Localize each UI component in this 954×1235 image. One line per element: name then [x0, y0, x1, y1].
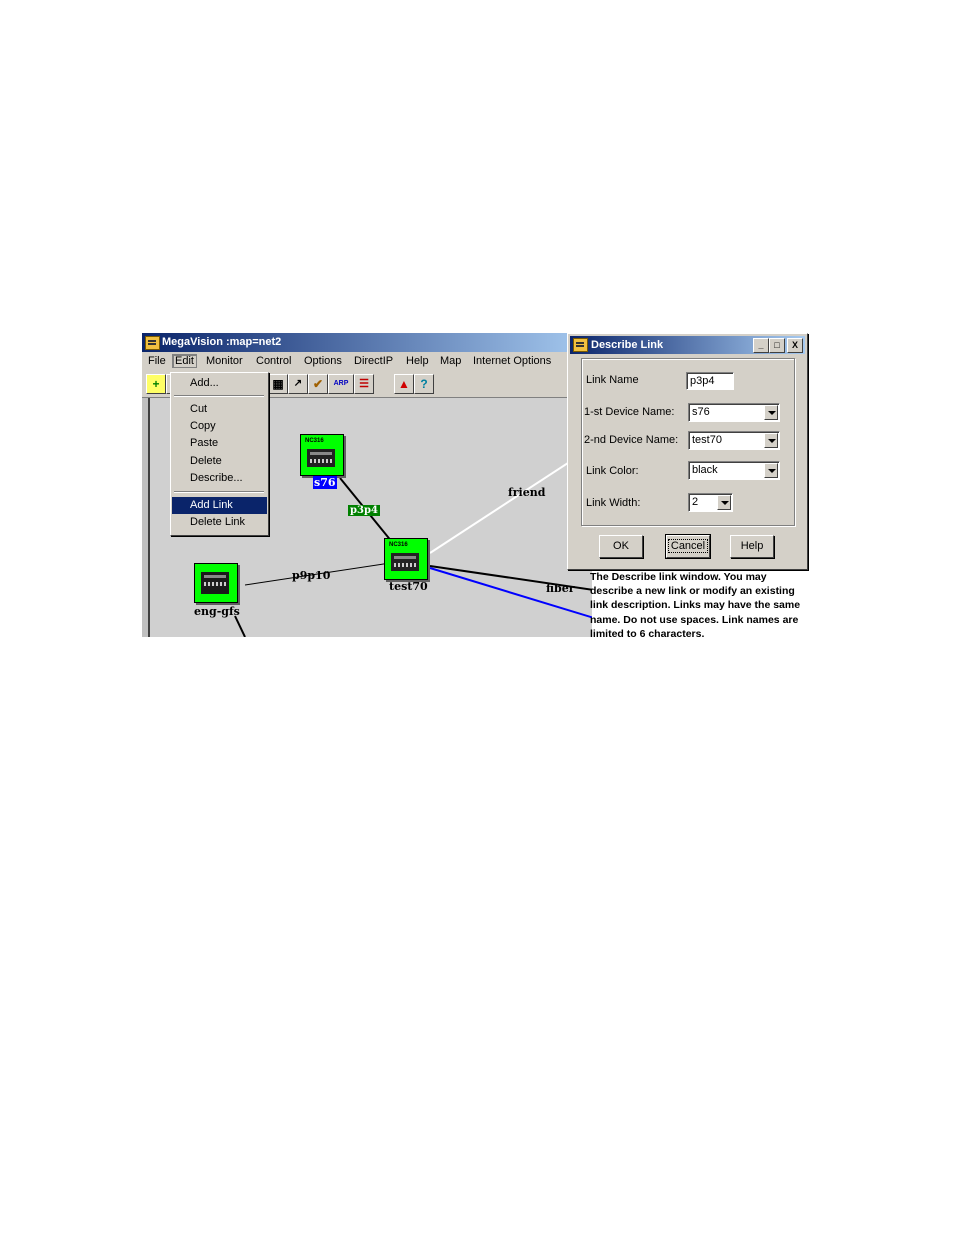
- device2-value: test70: [692, 434, 722, 446]
- menu-separator: [174, 395, 264, 397]
- figure-caption: The Describe link window. You may descri…: [590, 571, 801, 640]
- app-icon: [145, 336, 160, 350]
- switch-icon: [307, 449, 335, 467]
- cancel-button-label: Cancel: [667, 539, 709, 553]
- menu-directip[interactable]: DirectIP: [352, 355, 395, 367]
- menu-edit[interactable]: Edit: [172, 354, 197, 368]
- dialog-titlebar[interactable]: Describe Link _ □ X: [570, 336, 805, 354]
- menu-separator: [174, 491, 264, 493]
- link-width-value: 2: [692, 496, 699, 508]
- device-model: NC316: [389, 542, 408, 548]
- link-name-input[interactable]: p3p4: [686, 372, 734, 390]
- link-width-label: Link Width:: [586, 497, 641, 509]
- device-label-eng-gfs[interactable]: eng-gfs: [194, 605, 240, 618]
- chevron-down-icon[interactable]: [717, 495, 731, 510]
- device2-select[interactable]: test70: [688, 431, 780, 450]
- link-color-value: black: [692, 464, 718, 476]
- link-name-label: Link Name: [586, 374, 639, 386]
- menu-control[interactable]: Control: [254, 355, 293, 367]
- tools-icon: ✔: [312, 377, 324, 391]
- maximize-button[interactable]: □: [769, 338, 785, 353]
- menu-item-describe[interactable]: Describe...: [172, 470, 267, 487]
- network-button[interactable]: ▦: [268, 374, 288, 394]
- list-icon: ☰: [359, 378, 369, 390]
- add-icon: +: [152, 377, 160, 391]
- device-test70[interactable]: NC316: [384, 538, 428, 580]
- link-fields-group: Link Name p3p4 1-st Device Name: s76 2-n…: [581, 358, 795, 526]
- close-button[interactable]: X: [787, 338, 803, 353]
- device-label-s76[interactable]: s76: [313, 476, 337, 489]
- menu-item-delete[interactable]: Delete: [172, 453, 267, 470]
- app-title: MegaVision :map=net2: [162, 336, 282, 348]
- device-s76[interactable]: NC316: [300, 434, 344, 476]
- ok-button[interactable]: OK: [599, 535, 643, 558]
- menu-monitor[interactable]: Monitor: [204, 355, 245, 367]
- arp-icon: ARP: [333, 380, 349, 387]
- graph-button[interactable]: ↗: [288, 374, 308, 394]
- device-label-test70[interactable]: test70: [389, 580, 428, 593]
- menu-internet-options[interactable]: Internet Options: [471, 355, 553, 367]
- alarm-button[interactable]: ▲: [394, 374, 414, 394]
- menu-item-delete-link[interactable]: Delete Link: [172, 514, 267, 531]
- device1-label: 1-st Device Name:: [584, 406, 675, 418]
- cancel-button[interactable]: Cancel: [665, 534, 711, 559]
- menu-options[interactable]: Options: [302, 355, 344, 367]
- menubar: File Edit Monitor Control Options Direct…: [142, 352, 592, 371]
- app-titlebar[interactable]: MegaVision :map=net2: [142, 333, 592, 352]
- menu-file[interactable]: File: [146, 355, 168, 367]
- chevron-down-icon[interactable]: [764, 405, 778, 420]
- chevron-down-icon[interactable]: [764, 463, 778, 478]
- alarm-icon: ▲: [398, 377, 410, 391]
- graph-icon: ↗: [293, 378, 303, 389]
- menu-item-cut[interactable]: Cut: [172, 401, 267, 418]
- menu-item-add-link[interactable]: Add Link: [172, 497, 267, 514]
- link-color-label: Link Color:: [586, 465, 639, 477]
- device1-value: s76: [692, 406, 710, 418]
- link-label-p3p4[interactable]: p3p4: [348, 505, 380, 516]
- menu-item-add[interactable]: Add...: [172, 375, 267, 392]
- tools-button[interactable]: ✔: [308, 374, 328, 394]
- add-device-button[interactable]: +: [146, 374, 166, 394]
- menu-help[interactable]: Help: [404, 355, 431, 367]
- device2-label: 2-nd Device Name:: [584, 434, 679, 446]
- menu-item-paste[interactable]: Paste: [172, 435, 267, 452]
- server-icon: [201, 572, 229, 594]
- chevron-down-icon[interactable]: [764, 433, 778, 448]
- link-color-select[interactable]: black: [688, 461, 780, 480]
- dialog-title: Describe Link: [591, 339, 664, 351]
- help-icon: ?: [420, 377, 428, 391]
- link-label-fiber[interactable]: fiber: [546, 582, 574, 595]
- dialog-icon: [573, 338, 588, 352]
- device-model: NC316: [305, 438, 324, 444]
- help-button[interactable]: ?: [414, 374, 434, 394]
- switch-icon: [391, 553, 419, 571]
- menu-item-copy[interactable]: Copy: [172, 418, 267, 435]
- help-dialog-button[interactable]: Help: [730, 535, 774, 558]
- device1-select[interactable]: s76: [688, 403, 780, 422]
- link-line-eng: [234, 615, 246, 637]
- arp-button[interactable]: ARP: [328, 374, 354, 394]
- edit-dropdown-menu: Add... Cut Copy Paste Delete Describe...…: [170, 372, 269, 536]
- device-eng-gfs[interactable]: [194, 563, 238, 603]
- network-icon: ▦: [272, 377, 284, 391]
- describe-link-dialog: Describe Link _ □ X Link Name p3p4 1-st …: [567, 333, 808, 570]
- menu-map[interactable]: Map: [438, 355, 463, 367]
- link-label-friend[interactable]: friend: [508, 486, 545, 499]
- list-button[interactable]: ☰: [354, 374, 374, 394]
- link-label-p9p10[interactable]: p9p10: [292, 569, 330, 582]
- link-width-select[interactable]: 2: [688, 493, 733, 512]
- minimize-button[interactable]: _: [753, 338, 769, 353]
